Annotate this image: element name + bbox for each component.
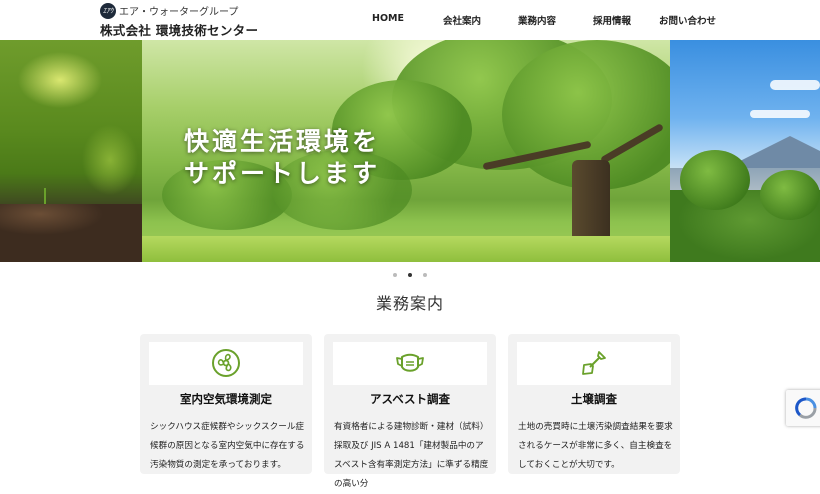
site-header: ｴｱｳ エア・ウォーターグループ 株式会社 環境技術センター HOME 会社案内… xyxy=(0,0,820,40)
card-title: アスベスト調査 xyxy=(370,392,450,406)
shovel-icon xyxy=(582,351,606,375)
service-card-soil[interactable]: 土壌調査 土地の売買時に土壌汚染調査結果を要求されるケースが非常に多く、自主検査… xyxy=(508,334,680,474)
card-icon-box xyxy=(517,342,671,385)
slider-dot-2[interactable] xyxy=(408,273,412,277)
slider-pagination xyxy=(0,273,820,279)
tree-trunk xyxy=(572,160,610,246)
card-text: シックハウス症候群やシックスクール症候群の原因となる室内空気中に存在する汚染物質… xyxy=(150,422,305,470)
slider-dot-1[interactable] xyxy=(393,273,397,277)
nav-contact[interactable]: お問い合わせ xyxy=(659,13,716,27)
grass-field xyxy=(142,236,670,262)
service-card-air[interactable]: 室内空気環境測定 シックハウス症候群やシックスクール症候群の原因となる室内空気中… xyxy=(140,334,312,474)
hero-tagline-line1: 快適生活環境を xyxy=(184,127,381,156)
sprout-image xyxy=(44,188,46,204)
tree xyxy=(680,150,750,210)
air-water-logo-icon: ｴｱｳ xyxy=(100,3,116,19)
hero-tagline: 快適生活環境を サポートします xyxy=(184,126,380,190)
section-title: 業務案内 xyxy=(375,294,444,313)
card-title: 室内空気環境測定 xyxy=(180,392,272,406)
nav-recruit[interactable]: 採用情報 xyxy=(593,13,631,27)
soil-image xyxy=(0,204,142,262)
recaptcha-icon xyxy=(795,397,817,419)
mask-icon xyxy=(396,353,424,372)
slide-next-image[interactable] xyxy=(670,40,820,262)
card-icon-box xyxy=(333,342,487,385)
recaptcha-badge[interactable] xyxy=(786,390,820,426)
slide-prev-image[interactable] xyxy=(0,40,142,262)
hero-tagline-line2: サポートします xyxy=(184,159,381,188)
nav-home[interactable]: HOME xyxy=(372,13,404,24)
slider-dot-3[interactable] xyxy=(423,273,427,277)
card-title: 土壌調査 xyxy=(571,392,617,406)
card-text: 土地の売買時に土壌汚染調査結果を要求されるケースが非常に多く、自主検査をしておく… xyxy=(518,422,673,470)
company-name: 株式会社 環境技術センター xyxy=(100,23,259,38)
card-icon-box xyxy=(149,342,303,385)
fan-icon xyxy=(212,349,240,377)
card-text: 有資格者による建物診断・建材（試料）採取及び JIS A 1481「建材製品中の… xyxy=(334,422,489,489)
group-name: エア・ウォーターグループ xyxy=(119,7,239,18)
tree xyxy=(760,170,820,220)
nav-services[interactable]: 業務内容 xyxy=(518,13,556,27)
cloud xyxy=(770,80,820,90)
nav-company[interactable]: 会社案内 xyxy=(443,13,481,27)
hero-slider[interactable]: 快適生活環境を サポートします xyxy=(0,40,820,262)
cloud xyxy=(750,110,810,118)
service-card-asbestos[interactable]: アスベスト調査 有資格者による建物診断・建材（試料）採取及び JIS A 148… xyxy=(324,334,496,489)
